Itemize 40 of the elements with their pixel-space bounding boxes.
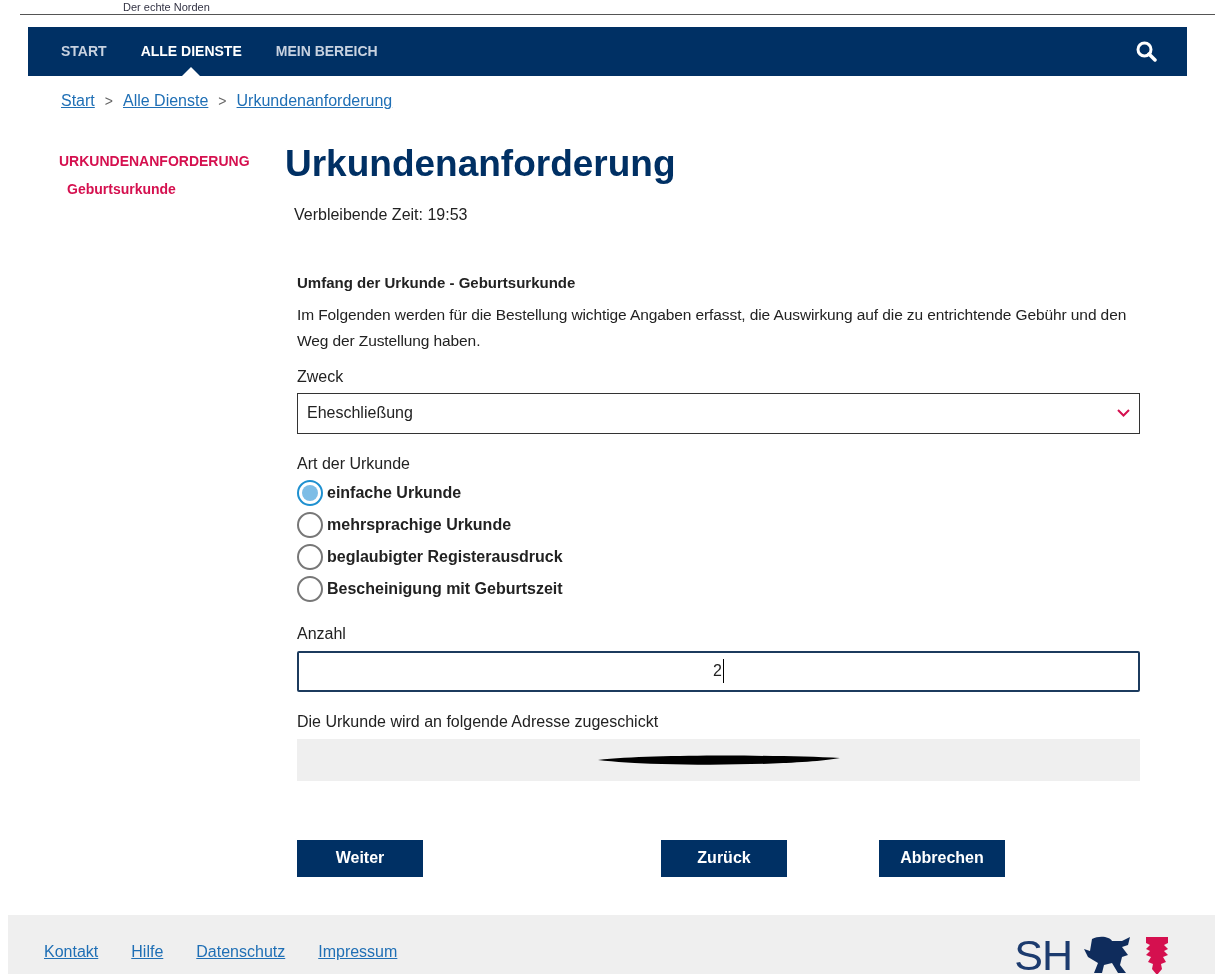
field-label: Art der Urkunde: [297, 453, 411, 474]
breadcrumb-separator: >: [104, 91, 113, 111]
sidebar-title[interactable]: URKUNDENANFORDERUNG: [59, 151, 285, 172]
footer-link[interactable]: Hilfe: [131, 940, 164, 964]
nettle-leaf-icon: [1144, 934, 1170, 974]
footer-link[interactable]: Kontakt: [44, 940, 99, 964]
breadcrumb-link[interactable]: Urkundenanforderung: [236, 89, 393, 113]
radio-button[interactable]: [297, 575, 323, 602]
radio-button[interactable]: [297, 543, 323, 570]
breadcrumb-link[interactable]: Alle Dienste: [123, 89, 209, 113]
page-title: Urkundenanforderung: [285, 142, 677, 186]
remaining-time: Verbleibende Zeit: 19:53: [294, 205, 469, 225]
radio-label[interactable]: einfache Urkunde: [327, 480, 462, 505]
action-button[interactable]: Weiter: [297, 839, 423, 877]
radio-button[interactable]: [297, 511, 323, 538]
intro-text: Im Folgenden werden für die Bestellung wichtige Angaben erfasst, die Auswirkung auf die zu entrichtende Gebühr und den Weg der Zustellung haben.: [297, 304, 1128, 351]
breadcrumb-link[interactable]: Start: [61, 89, 95, 113]
field-label: Anzahl: [297, 623, 347, 644]
chevron-down-icon: [1117, 409, 1130, 417]
radio-button[interactable]: [297, 479, 323, 506]
field-label: Die Urkunde wird an folgende Adresse zugeschickt: [297, 711, 660, 732]
nav-tab[interactable]: ALLE DIENSTE: [140, 27, 242, 76]
breadcrumb-separator: >: [218, 91, 227, 111]
section-heading: Umfang der Urkunde - Geburtsurkunde: [297, 273, 577, 293]
site-tagline: Der echte Norden: [123, 1, 210, 13]
field-label: Zweck: [297, 366, 345, 387]
action-button[interactable]: Abbrechen: [879, 839, 1005, 877]
radio-label[interactable]: mehrsprachige Urkunde: [327, 512, 512, 537]
radio-label[interactable]: Bescheinigung mit Geburtszeit: [327, 576, 563, 601]
footer-link[interactable]: Impressum: [318, 940, 398, 964]
purpose-select[interactable]: Eheschließung: [297, 392, 1140, 434]
count-input[interactable]: 2: [297, 650, 1140, 692]
logo-text: SH: [1014, 934, 1072, 974]
nav-tab[interactable]: MEIN BEREICH: [275, 27, 378, 76]
search-icon[interactable]: [1136, 41, 1157, 62]
action-button[interactable]: Zurück: [661, 839, 787, 877]
nav-tab[interactable]: START: [61, 27, 107, 76]
footer-link[interactable]: Datenschutz: [196, 940, 286, 964]
sidebar-item[interactable]: Geburtsurkunde: [67, 179, 285, 200]
radio-label[interactable]: beglaubigter Registerausdruck: [327, 544, 563, 569]
